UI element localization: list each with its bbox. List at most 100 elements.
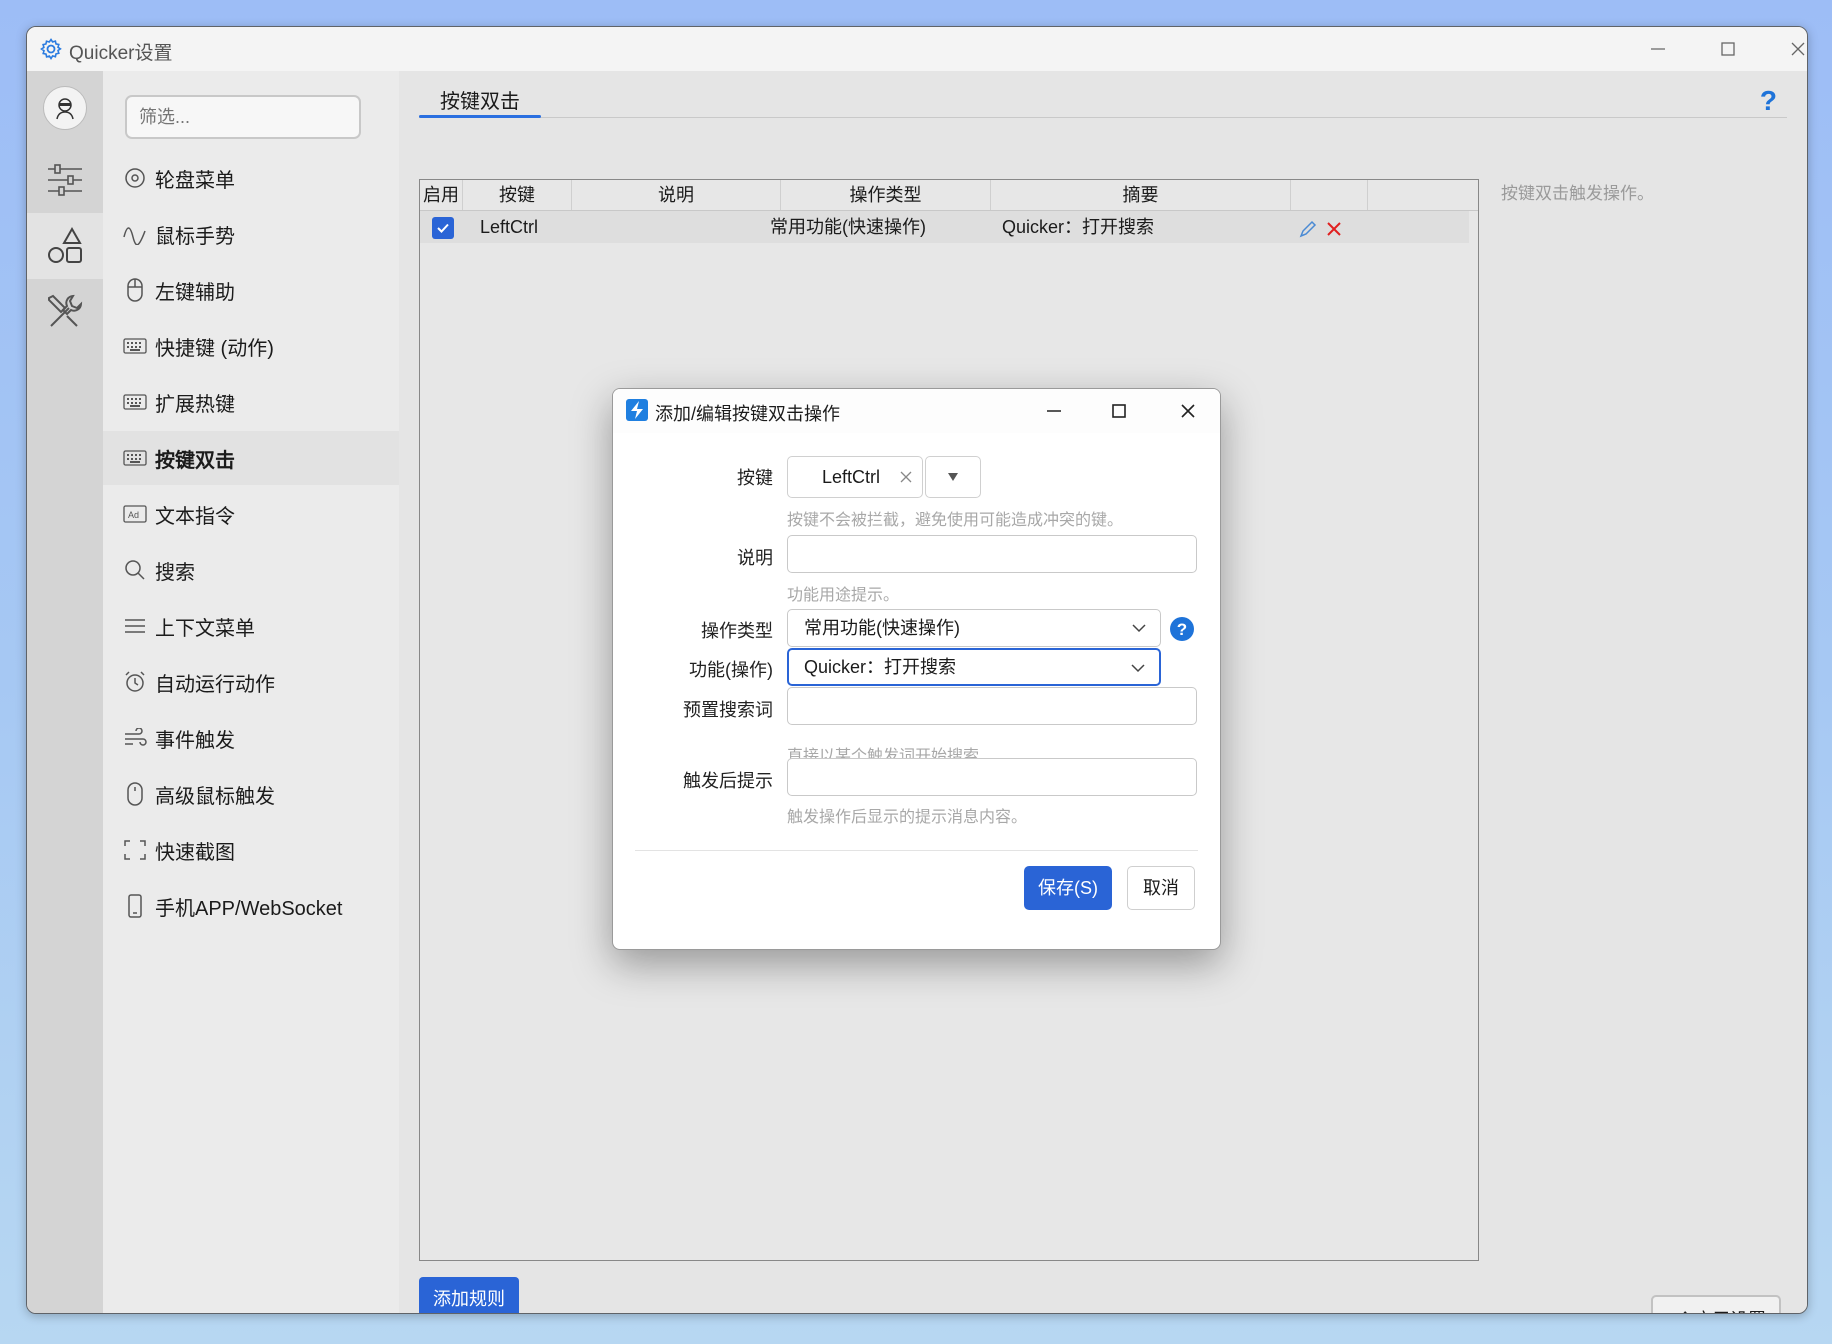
- action-type-value: 常用功能(快速操作): [804, 618, 960, 638]
- action-type-select[interactable]: 常用功能(快速操作): [787, 609, 1161, 647]
- minimize-button[interactable]: [1623, 27, 1693, 71]
- action-type-label: 操作类型: [701, 621, 773, 641]
- sidebar-item-extended-hotkeys[interactable]: 扩展热键: [103, 375, 399, 429]
- enabled-checkbox[interactable]: [432, 217, 454, 239]
- sidebar-item-label: 事件触发: [155, 729, 235, 752]
- save-button[interactable]: 保存(S): [1024, 866, 1112, 910]
- sidebar-item-key-double-click[interactable]: 按键双击: [103, 431, 399, 485]
- dialog-minimize-button[interactable]: [1022, 389, 1086, 433]
- sidebar-item-label: 快速截图: [155, 841, 235, 864]
- preset-search-input[interactable]: [787, 687, 1197, 725]
- apply-settings-button[interactable]: 应用设置: [1651, 1295, 1781, 1313]
- tab-label: 按键双击: [440, 91, 520, 113]
- sidebar-item-mobile-app[interactable]: 手机APP/WebSocket: [103, 879, 399, 933]
- avatar[interactable]: [43, 86, 87, 130]
- column-header-action-type[interactable]: 操作类型: [781, 180, 991, 210]
- sidebar-item-label: 文本指令: [155, 505, 235, 528]
- maximize-button[interactable]: [1693, 27, 1763, 71]
- svg-text:?: ?: [1177, 620, 1187, 639]
- dialog-title: 添加/编辑按键双击操作: [655, 404, 840, 424]
- shapes-icon: [48, 226, 82, 263]
- notify-input[interactable]: [787, 758, 1197, 796]
- sliders-icon: [48, 164, 82, 196]
- gesture-icon: [123, 222, 147, 246]
- check-icon: [437, 223, 449, 233]
- tab-active-indicator: [419, 115, 541, 118]
- menu-icon: [123, 614, 147, 638]
- page-description: 按键双击触发操作。: [1501, 184, 1654, 203]
- clear-key-icon[interactable]: [900, 471, 912, 483]
- add-rule-button[interactable]: 添加规则: [419, 1277, 519, 1313]
- close-icon: [1791, 42, 1805, 56]
- title-bar: Quicker设置: [27, 27, 1807, 71]
- key-dropdown-button[interactable]: [925, 456, 981, 498]
- filter-input[interactable]: [125, 95, 361, 139]
- sidebar-item-wheel-menu[interactable]: 轮盘菜单: [103, 151, 399, 205]
- description-input[interactable]: [787, 535, 1197, 573]
- column-header-description[interactable]: 说明: [572, 180, 781, 210]
- sidebar-item-text-commands[interactable]: Ad 文本指令: [103, 487, 399, 541]
- tab-bar: 按键双击: [419, 71, 1787, 118]
- sidebar-item-auto-run[interactable]: 自动运行动作: [103, 655, 399, 709]
- sidebar-item-mouse-gesture[interactable]: 鼠标手势: [103, 207, 399, 261]
- delete-button[interactable]: [1324, 217, 1344, 249]
- help-icon[interactable]: ?: [1760, 85, 1777, 117]
- close-button[interactable]: [1763, 27, 1807, 71]
- chevron-down-icon: [1131, 664, 1145, 673]
- dialog-close-button[interactable]: [1156, 389, 1220, 433]
- help-circle-icon[interactable]: ?: [1169, 616, 1195, 642]
- sidebar-item-left-click-assist[interactable]: 左键辅助: [103, 263, 399, 317]
- tools-button[interactable]: [27, 279, 103, 345]
- sidebar-item-search[interactable]: 搜索: [103, 543, 399, 597]
- sidebar-item-label: 扩展热键: [155, 393, 235, 416]
- column-header-enabled[interactable]: 启用: [420, 180, 463, 210]
- tab-key-double-click[interactable]: 按键双击: [419, 85, 541, 118]
- sidebar-item-shortcut-actions[interactable]: 快捷键 (动作): [103, 319, 399, 373]
- minimize-icon: [1047, 410, 1061, 412]
- sidebar-item-label: 搜索: [155, 561, 195, 584]
- cell-action-type: 常用功能(快速操作): [770, 217, 926, 237]
- keyboard-icon: [123, 390, 147, 414]
- table-row[interactable]: LeftCtrl 常用功能(快速操作) Quicker：打开搜索: [420, 211, 1469, 243]
- avatar-slot[interactable]: [27, 75, 103, 141]
- sidebar-item-label: 手机APP/WebSocket: [155, 897, 343, 920]
- sidebar-item-quick-screenshot[interactable]: 快速截图: [103, 823, 399, 877]
- cell-summary: Quicker：打开搜索: [1002, 217, 1155, 237]
- tools-icon: [48, 294, 83, 327]
- search-icon: [123, 558, 147, 582]
- ninja-avatar-icon: [56, 98, 74, 120]
- cancel-button[interactable]: 取消: [1127, 866, 1195, 910]
- function-select[interactable]: Quicker：打开搜索: [787, 648, 1161, 686]
- column-header-summary[interactable]: 摘要: [991, 180, 1291, 210]
- dialog-maximize-button[interactable]: [1087, 389, 1151, 433]
- function-value: Quicker：打开搜索: [804, 657, 957, 677]
- sidebar-item-label: 高级鼠标触发: [155, 785, 275, 808]
- edit-button[interactable]: [1298, 217, 1318, 249]
- description-hint: 功能用途提示。: [787, 587, 900, 604]
- table-header: 启用 按键 说明 操作类型 摘要: [420, 180, 1478, 211]
- sidebar-item-event-trigger[interactable]: 事件触发: [103, 711, 399, 765]
- icon-bar: [27, 71, 103, 1313]
- sidebar-item-advanced-mouse-trigger[interactable]: 高级鼠标触发: [103, 767, 399, 821]
- gear-icon: [40, 38, 62, 60]
- apply-settings-label: 应用设置: [1694, 1306, 1766, 1313]
- sidebar-item-context-menu[interactable]: 上下文菜单: [103, 599, 399, 653]
- key-value-box[interactable]: LeftCtrl: [787, 456, 923, 498]
- key-hint: 按键不会被拦截，避免使用可能造成冲突的键。: [787, 512, 1124, 529]
- alarm-icon: [123, 670, 147, 694]
- triggers-button[interactable]: [27, 213, 103, 279]
- notify-hint: 触发操作后显示的提示消息内容。: [787, 809, 1028, 826]
- ad-icon: Ad: [123, 502, 147, 526]
- notify-label: 触发后提示: [683, 771, 773, 791]
- column-header-actions: [1291, 180, 1368, 210]
- pencil-icon: [1299, 220, 1317, 238]
- general-settings-button[interactable]: [27, 147, 103, 213]
- wind-icon: [123, 726, 147, 750]
- quicker-logo-icon: [626, 399, 648, 421]
- maximize-icon: [1721, 42, 1735, 56]
- minimize-icon: [1651, 48, 1665, 50]
- dialog-title-bar: 添加/编辑按键双击操作: [613, 389, 1220, 433]
- sidebar: 轮盘菜单 鼠标手势 左键辅助 快捷键 (动作) 扩展热键 按键双击 Ad 文本指…: [103, 71, 400, 1313]
- triangle-down-icon: [948, 473, 958, 481]
- column-header-key[interactable]: 按键: [463, 180, 572, 210]
